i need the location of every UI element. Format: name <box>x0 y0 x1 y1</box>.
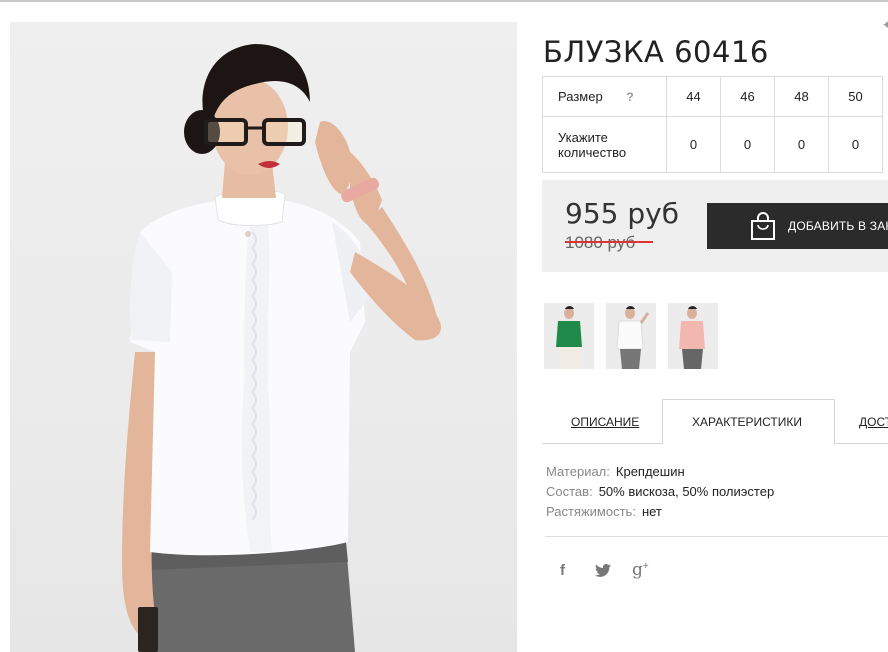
quantity-row: Укажите количество 0 0 0 0 <box>542 116 883 173</box>
size-option-44[interactable]: 44 <box>666 76 721 117</box>
quantity-field-48[interactable]: 0 <box>774 116 829 173</box>
tabs-underline-gap <box>663 443 834 444</box>
size-label-cell: Размер ? <box>542 76 667 117</box>
tab-characteristics[interactable]: ХАРАКТЕРИСТИКИ <box>692 415 802 429</box>
quantity-label-line2: количество <box>558 144 627 160</box>
thumbnail-white-image <box>616 306 650 369</box>
quantity-field-46[interactable]: 0 <box>720 116 775 173</box>
spec-composition: Состав: 50% вискоза, 50% полиэстер <box>546 482 774 502</box>
twitter-icon[interactable] <box>595 564 611 577</box>
quantity-field-50[interactable]: 0 <box>828 116 883 173</box>
size-option-50[interactable]: 50 <box>828 76 883 117</box>
thumbnail-pink[interactable] <box>668 303 718 369</box>
spec-stretch-label: Растяжимость: <box>546 504 636 519</box>
specs-list: Материал: Крепдешин Состав: 50% вискоза, 5… <box>546 462 774 522</box>
size-help-icon[interactable]: ? <box>626 90 633 104</box>
size-row: Размер ? 44 46 48 50 <box>542 76 883 117</box>
thumbnail-green-image <box>556 306 582 369</box>
size-quantity-table: Размер ? 44 46 48 50 Укажите количество … <box>542 76 883 173</box>
quantity-label-cell: Укажите количество <box>542 116 667 173</box>
spec-material-value: Крепдешин <box>615 464 685 479</box>
header-edge-icon: ✦ <box>882 18 888 28</box>
product-title: БЛУЗКА 60416 <box>543 35 769 70</box>
product-main-image[interactable] <box>10 22 517 652</box>
googleplus-icon[interactable]: g+ <box>632 560 649 580</box>
facebook-icon[interactable]: f <box>560 562 565 579</box>
shopping-bag-icon <box>751 212 775 240</box>
thumbnail-pink-image <box>679 306 705 369</box>
size-label: Размер <box>558 89 603 104</box>
spec-stretch: Растяжимость: нет <box>546 502 774 522</box>
add-to-order-button[interactable]: ДОБАВИТЬ В ЗАКАЗ <box>707 203 888 249</box>
spec-stretch-value: нет <box>641 504 662 519</box>
quantity-label-line1: Укажите <box>558 129 608 145</box>
spec-material: Материал: Крепдешин <box>546 462 774 482</box>
spec-composition-label: Состав: <box>546 484 593 499</box>
top-border <box>0 0 888 2</box>
thumbnail-white[interactable] <box>606 303 656 369</box>
price-box: 955 руб 1080 руб ДОБАВИТЬ В ЗАКАЗ <box>542 180 888 272</box>
social-divider <box>545 536 888 537</box>
size-option-46[interactable]: 46 <box>720 76 775 117</box>
spec-material-label: Материал: <box>546 464 610 479</box>
old-price-strikethrough <box>565 241 653 243</box>
spec-composition-value: 50% вискоза, 50% полиэстер <box>598 484 775 499</box>
thumbnail-green[interactable] <box>544 303 594 369</box>
current-price: 955 руб <box>565 197 679 230</box>
model-illustration <box>122 44 441 652</box>
tab-description[interactable]: ОПИСАНИЕ <box>571 415 639 429</box>
size-option-48[interactable]: 48 <box>774 76 829 117</box>
old-price: 1080 руб <box>565 233 653 253</box>
tab-delivery[interactable]: ДОСТАВКА <box>859 415 888 429</box>
quantity-field-44[interactable]: 0 <box>666 116 721 173</box>
add-to-order-label: ДОБАВИТЬ В ЗАКАЗ <box>788 219 888 233</box>
